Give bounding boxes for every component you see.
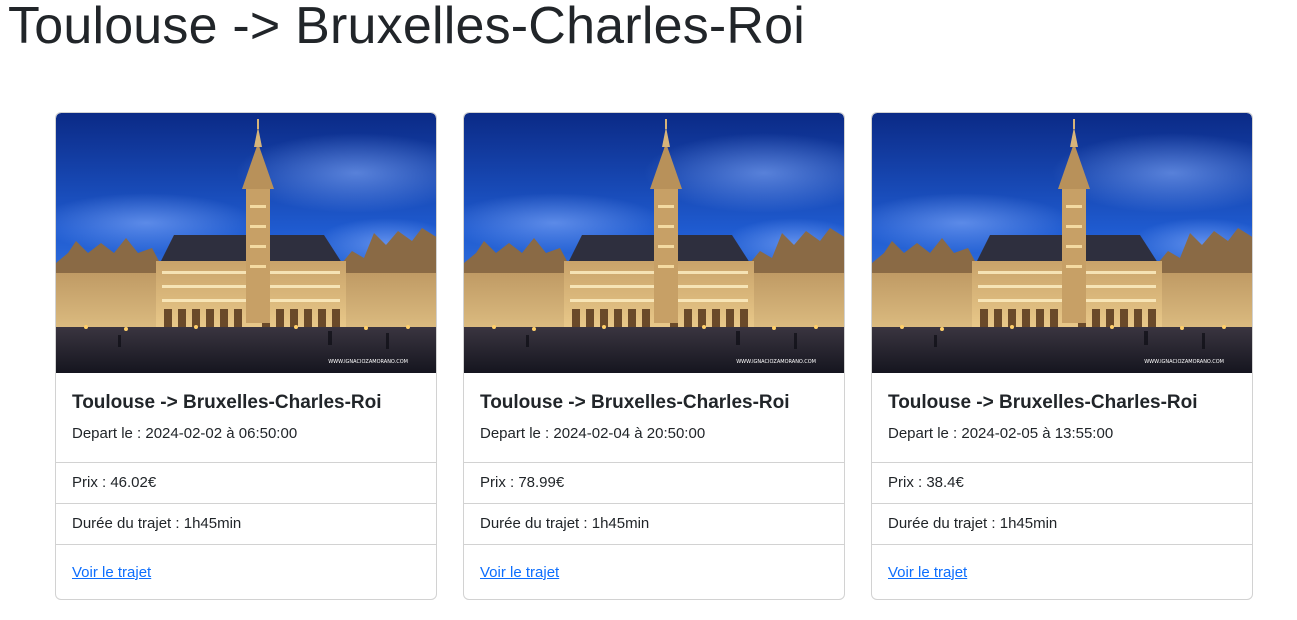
price-text: Prix : 38.4€ xyxy=(872,462,1252,503)
price-text: Prix : 78.99€ xyxy=(464,462,844,503)
card-footer: Voir le trajet xyxy=(464,544,844,599)
trip-details: Prix : 38.4€ Durée du trajet : 1h45min xyxy=(872,462,1252,544)
card-body: Toulouse -> Bruxelles-Charles-Roi Depart… xyxy=(464,373,844,462)
photo-watermark: WWW.IGNACIOZAMORANO.COM xyxy=(328,359,408,365)
trip-card: WWW.IGNACIOZAMORANO.COM Toulouse -> Brux… xyxy=(871,112,1253,600)
departure-text: Depart le : 2024-02-04 à 20:50:00 xyxy=(480,425,706,442)
view-trip-link[interactable]: Voir le trajet xyxy=(480,564,559,581)
duration-text: Durée du trajet : 1h45min xyxy=(464,503,844,544)
departure-text: Depart le : 2024-02-05 à 13:55:00 xyxy=(888,425,1114,442)
duration-text: Durée du trajet : 1h45min xyxy=(56,503,436,544)
trip-title: Toulouse -> Bruxelles-Charles-Roi xyxy=(72,392,382,413)
photo-watermark: WWW.IGNACIOZAMORANO.COM xyxy=(736,359,816,365)
grand-place-photo: WWW.IGNACIOZAMORANO.COM xyxy=(464,113,844,373)
price-text: Prix : 46.02€ xyxy=(56,462,436,503)
duration-text: Durée du trajet : 1h45min xyxy=(872,503,1252,544)
page-title: Toulouse -> Bruxelles-Charles-Roi xyxy=(8,0,806,55)
trip-title: Toulouse -> Bruxelles-Charles-Roi xyxy=(480,392,790,413)
card-body: Toulouse -> Bruxelles-Charles-Roi Depart… xyxy=(872,373,1252,462)
view-trip-link[interactable]: Voir le trajet xyxy=(888,564,967,581)
trip-title: Toulouse -> Bruxelles-Charles-Roi xyxy=(888,392,1198,413)
card-footer: Voir le trajet xyxy=(872,544,1252,599)
card-footer: Voir le trajet xyxy=(56,544,436,599)
trip-card: WWW.IGNACIOZAMORANO.COM Toulouse -> Brux… xyxy=(55,112,437,600)
photo-watermark: WWW.IGNACIOZAMORANO.COM xyxy=(1144,359,1224,365)
grand-place-photo: WWW.IGNACIOZAMORANO.COM xyxy=(872,113,1252,373)
grand-place-photo: WWW.IGNACIOZAMORANO.COM xyxy=(56,113,436,373)
trip-details: Prix : 46.02€ Durée du trajet : 1h45min xyxy=(56,462,436,544)
card-body: Toulouse -> Bruxelles-Charles-Roi Depart… xyxy=(56,373,436,462)
view-trip-link[interactable]: Voir le trajet xyxy=(72,564,151,581)
trip-details: Prix : 78.99€ Durée du trajet : 1h45min xyxy=(464,462,844,544)
departure-text: Depart le : 2024-02-02 à 06:50:00 xyxy=(72,425,298,442)
trip-card-list: WWW.IGNACIOZAMORANO.COM Toulouse -> Brux… xyxy=(55,112,1255,602)
trip-card: WWW.IGNACIOZAMORANO.COM Toulouse -> Brux… xyxy=(463,112,845,600)
